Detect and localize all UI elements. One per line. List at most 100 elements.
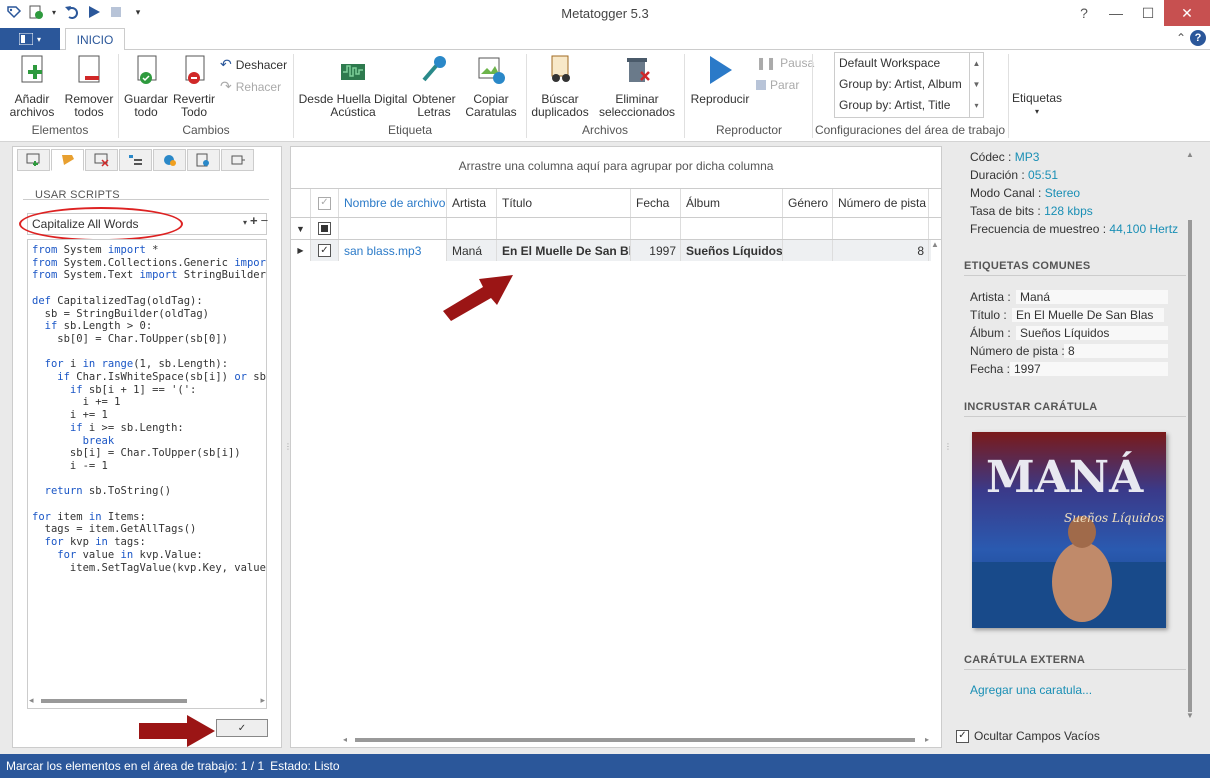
- tree-tab-icon[interactable]: [119, 149, 152, 171]
- filter-cell[interactable]: [497, 218, 631, 239]
- remove-all-button[interactable]: Remover todos: [62, 54, 116, 119]
- run-script-button[interactable]: ✓: [216, 719, 268, 737]
- grid-vertical-scrollbar[interactable]: ▲▼: [929, 240, 941, 770]
- tag-add-tab-icon[interactable]: [17, 149, 50, 171]
- play-large-icon: [710, 56, 732, 84]
- microphone-icon: [422, 56, 446, 82]
- filter-cell[interactable]: [631, 218, 681, 239]
- tag-artist-value[interactable]: Maná: [1016, 290, 1168, 304]
- help-icon[interactable]: ?: [1190, 30, 1206, 46]
- column-genre[interactable]: Género: [783, 189, 833, 217]
- duplicates-icon: [551, 55, 570, 82]
- undo-button[interactable]: ↶ Deshacer: [220, 56, 287, 73]
- cell-artist[interactable]: Maná: [447, 240, 497, 261]
- redo-button[interactable]: ↷ Rehacer: [220, 78, 281, 95]
- undo-small-icon: ↶: [220, 56, 232, 72]
- group-panel[interactable]: Arrastre una columna aquí para agrupar p…: [291, 147, 941, 185]
- tag-date-value[interactable]: 1997: [1010, 362, 1168, 376]
- tag-track-value[interactable]: 8: [1064, 344, 1168, 358]
- help-caret-icon[interactable]: ?: [1068, 0, 1100, 26]
- script-editor[interactable]: from System import * from System.Collect…: [27, 239, 267, 709]
- column-artist[interactable]: Artista: [447, 189, 497, 217]
- pause-button[interactable]: ❚❚ Pausa: [756, 56, 814, 70]
- column-track[interactable]: Número de pista: [833, 189, 929, 217]
- column-date[interactable]: Fecha: [631, 189, 681, 217]
- tab-inicio[interactable]: INICIO: [65, 28, 125, 51]
- save-all-button[interactable]: Guardar todo: [122, 54, 170, 119]
- filter-cell[interactable]: [681, 218, 783, 239]
- table-row[interactable]: ▶ ✓ san blass.mp3 Maná En El Muelle De S…: [291, 240, 931, 261]
- row-indicator-icon: ▶: [291, 240, 311, 261]
- filter-cell[interactable]: [833, 218, 929, 239]
- filter-checkbox[interactable]: [311, 218, 339, 239]
- code-horizontal-scrollbar[interactable]: ◂ ▸: [27, 695, 267, 709]
- filter-icon[interactable]: ▼: [291, 218, 311, 239]
- collapse-ribbon-icon[interactable]: ⌃: [1176, 31, 1186, 45]
- hide-empty-checkbox[interactable]: ✓: [956, 729, 969, 743]
- tag-album-row: Álbum : Sueños Líquidos: [970, 326, 1168, 340]
- cover-search-tab-icon[interactable]: [187, 149, 220, 171]
- filter-cell[interactable]: [447, 218, 497, 239]
- checkmark-icon: ✓: [237, 722, 247, 734]
- filter-cell[interactable]: [783, 218, 833, 239]
- export-tab-icon[interactable]: [221, 149, 254, 171]
- group-label-etiqueta: Etiqueta: [387, 123, 433, 137]
- column-title[interactable]: Título: [497, 189, 631, 217]
- add-cover-link[interactable]: Agregar una caratula...: [970, 683, 1092, 697]
- tag-title-value[interactable]: En El Muelle De San Blas: [1012, 308, 1164, 322]
- cell-track[interactable]: 8: [833, 240, 929, 261]
- delete-selected-button[interactable]: Eliminar seleccionados: [594, 54, 680, 119]
- column-album[interactable]: Álbum: [681, 189, 783, 217]
- workspace-grid-pane: Arrastre una columna aquí para agrupar p…: [290, 146, 942, 770]
- maximize-button[interactable]: ☐: [1132, 0, 1164, 26]
- right-splitter[interactable]: ⋮: [944, 442, 952, 451]
- workspace-item[interactable]: Group by: Artist, Album: [835, 74, 983, 95]
- grid-header: ✓ Nombre de archivo Artista Título Fecha…: [291, 188, 941, 218]
- minimize-button[interactable]: —: [1100, 0, 1132, 26]
- filter-cell[interactable]: [339, 218, 447, 239]
- scripts-pane: USAR SCRIPTS Capitalize All Words ▾ + − …: [12, 146, 282, 748]
- album-cover-image[interactable]: MANÁ Sueños Líquidos: [972, 432, 1166, 628]
- group-label-archivos: Archivos: [581, 123, 628, 137]
- stop-small-icon: [756, 80, 766, 90]
- status-state: Estado: Listo: [270, 759, 340, 773]
- find-duplicates-button[interactable]: Búscar duplicados: [528, 54, 592, 119]
- row-checkbox[interactable]: ✓: [311, 240, 339, 261]
- workspace-item[interactable]: Default Workspace: [835, 53, 983, 74]
- cell-title[interactable]: En El Muelle De San Bl...: [497, 240, 631, 261]
- workspace-gallery[interactable]: Default Workspace Group by: Artist, Albu…: [834, 52, 984, 118]
- file-menu-button[interactable]: ▾: [0, 28, 60, 50]
- add-script-icon[interactable]: +: [250, 213, 258, 233]
- scripts-tab-icon[interactable]: [51, 149, 84, 171]
- workspace-item[interactable]: Group by: Artist, Title: [835, 95, 983, 116]
- fingerprint-button[interactable]: Desde Huella Digital Acústica: [296, 54, 410, 119]
- play-button[interactable]: Reproducir: [688, 54, 752, 106]
- embed-cover-title: INCRUSTAR CARÁTULA: [964, 401, 1186, 417]
- script-dropdown-icon[interactable]: ▾: [243, 213, 247, 233]
- grid-horizontal-scrollbar[interactable]: ◂ ▸: [341, 735, 931, 745]
- revert-all-button[interactable]: Revertir Todo: [170, 54, 218, 119]
- properties-scrollbar[interactable]: ▲ ▼: [1186, 150, 1194, 720]
- tags-dropdown-button[interactable]: Etiquetas ▾: [1010, 92, 1064, 118]
- hide-empty-fields-toggle[interactable]: ✓ Ocultar Campos Vacíos: [956, 729, 1100, 743]
- column-filename[interactable]: Nombre de archivo: [339, 189, 447, 217]
- tag-remove-tab-icon[interactable]: [85, 149, 118, 171]
- web-search-tab-icon[interactable]: [153, 149, 186, 171]
- gallery-scroll[interactable]: ▲ ▼ ▾: [969, 53, 983, 117]
- external-cover-title: CARÁTULA EXTERNA: [964, 654, 1186, 670]
- cell-album[interactable]: Sueños Líquidos: [681, 240, 783, 261]
- ribbon: Añadir archivos Remover todos Elementos …: [0, 50, 1210, 142]
- get-lyrics-button[interactable]: Obtener Letras: [410, 54, 458, 119]
- tag-album-value[interactable]: Sueños Líquidos: [1016, 326, 1168, 340]
- bitrate-row: Tasa de bits : 128 kbps: [970, 204, 1093, 218]
- close-button[interactable]: ✕: [1164, 0, 1210, 26]
- select-all-checkbox[interactable]: ✓: [311, 189, 339, 217]
- cell-genre[interactable]: [783, 240, 833, 261]
- cell-date[interactable]: 1997: [631, 240, 681, 261]
- remove-script-icon[interactable]: −: [261, 213, 269, 233]
- add-files-button[interactable]: Añadir archivos: [4, 54, 60, 119]
- stop-button[interactable]: Parar: [756, 78, 799, 92]
- copy-covers-button[interactable]: Copiar Caratulas: [460, 54, 522, 119]
- codec-row: Códec : MP3: [970, 150, 1040, 164]
- cell-filename[interactable]: san blass.mp3: [339, 240, 447, 261]
